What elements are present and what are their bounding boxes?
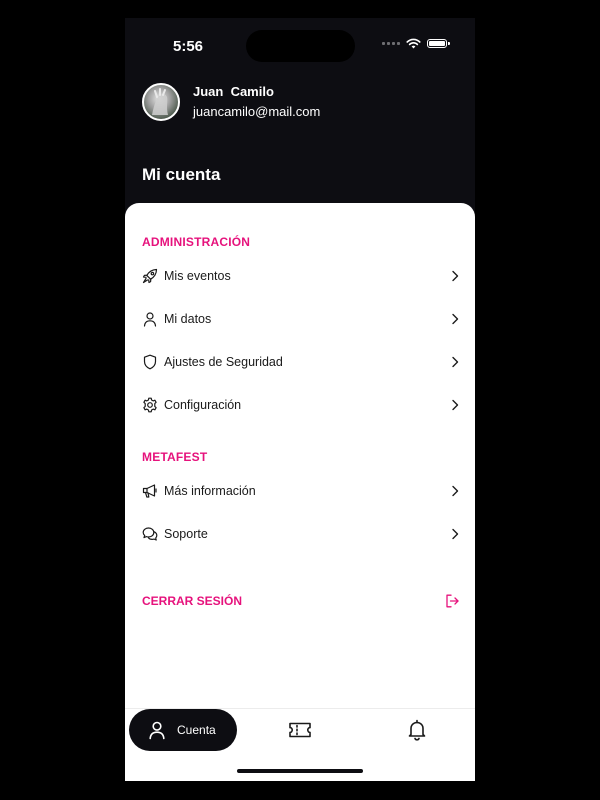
- chevron-right-icon: [452, 485, 459, 497]
- page-title: Mi cuenta: [142, 165, 221, 184]
- menu-item-mis-eventos[interactable]: Mis eventos: [142, 264, 460, 288]
- status-time: 5:56: [173, 38, 204, 55]
- profile-name: Juan Camilo: [193, 84, 274, 99]
- menu-item-label: Configuración: [164, 398, 242, 412]
- chat-bubbles-icon: [142, 526, 158, 542]
- dynamic-island: [246, 30, 355, 62]
- rocket-icon: [142, 268, 158, 284]
- status-indicators: [382, 38, 450, 49]
- menu-item-soporte[interactable]: Soporte: [142, 522, 460, 546]
- chevron-right-icon: [452, 528, 459, 540]
- menu-item-label: Más información: [164, 484, 256, 498]
- avatar[interactable]: [142, 83, 180, 121]
- menu-item-mas-informacion[interactable]: Más información: [142, 479, 460, 503]
- chevron-right-icon: [452, 313, 459, 325]
- logout-button[interactable]: CERRAR SESIÓN: [142, 590, 460, 612]
- chevron-right-icon: [452, 270, 459, 282]
- profile-email: juancamilo@mail.com: [193, 104, 321, 119]
- menu-item-label: Soporte: [164, 527, 208, 541]
- gear-icon: [142, 397, 158, 413]
- signal-icon: [382, 42, 400, 45]
- bell-icon[interactable]: [405, 718, 429, 742]
- user-icon: [149, 721, 165, 740]
- section-title-administracion: ADMINISTRACIÓN: [142, 235, 251, 249]
- chevron-right-icon: [452, 399, 459, 411]
- menu-item-configuracion[interactable]: Configuración: [142, 393, 460, 417]
- menu-item-label: Mi datos: [164, 312, 212, 326]
- tab-cuenta-label: Cuenta: [177, 723, 216, 737]
- phone-screen: 5:56 Juan Camilo juancamilo@mail.com Mi …: [125, 18, 475, 781]
- home-indicator[interactable]: [237, 769, 363, 773]
- chevron-right-icon: [452, 356, 459, 368]
- shield-icon: [142, 354, 158, 370]
- menu-item-label: Ajustes de Seguridad: [164, 355, 283, 369]
- section-title-metafest: METAFEST: [142, 450, 208, 464]
- menu-item-mi-datos[interactable]: Mi datos: [142, 307, 460, 331]
- account-sheet: ADMINISTRACIÓN Mis eventos Mi datos Ajus…: [125, 203, 475, 781]
- user-icon: [142, 311, 158, 327]
- logout-icon: [446, 594, 459, 608]
- logout-label: CERRAR SESIÓN: [142, 594, 243, 608]
- wifi-icon: [406, 38, 421, 49]
- menu-item-label: Mis eventos: [164, 269, 231, 283]
- battery-icon: [427, 39, 450, 48]
- menu-item-ajustes-seguridad[interactable]: Ajustes de Seguridad: [142, 350, 460, 374]
- tab-cuenta[interactable]: Cuenta: [129, 709, 237, 751]
- ticket-icon[interactable]: [288, 719, 312, 741]
- megaphone-icon: [142, 483, 158, 499]
